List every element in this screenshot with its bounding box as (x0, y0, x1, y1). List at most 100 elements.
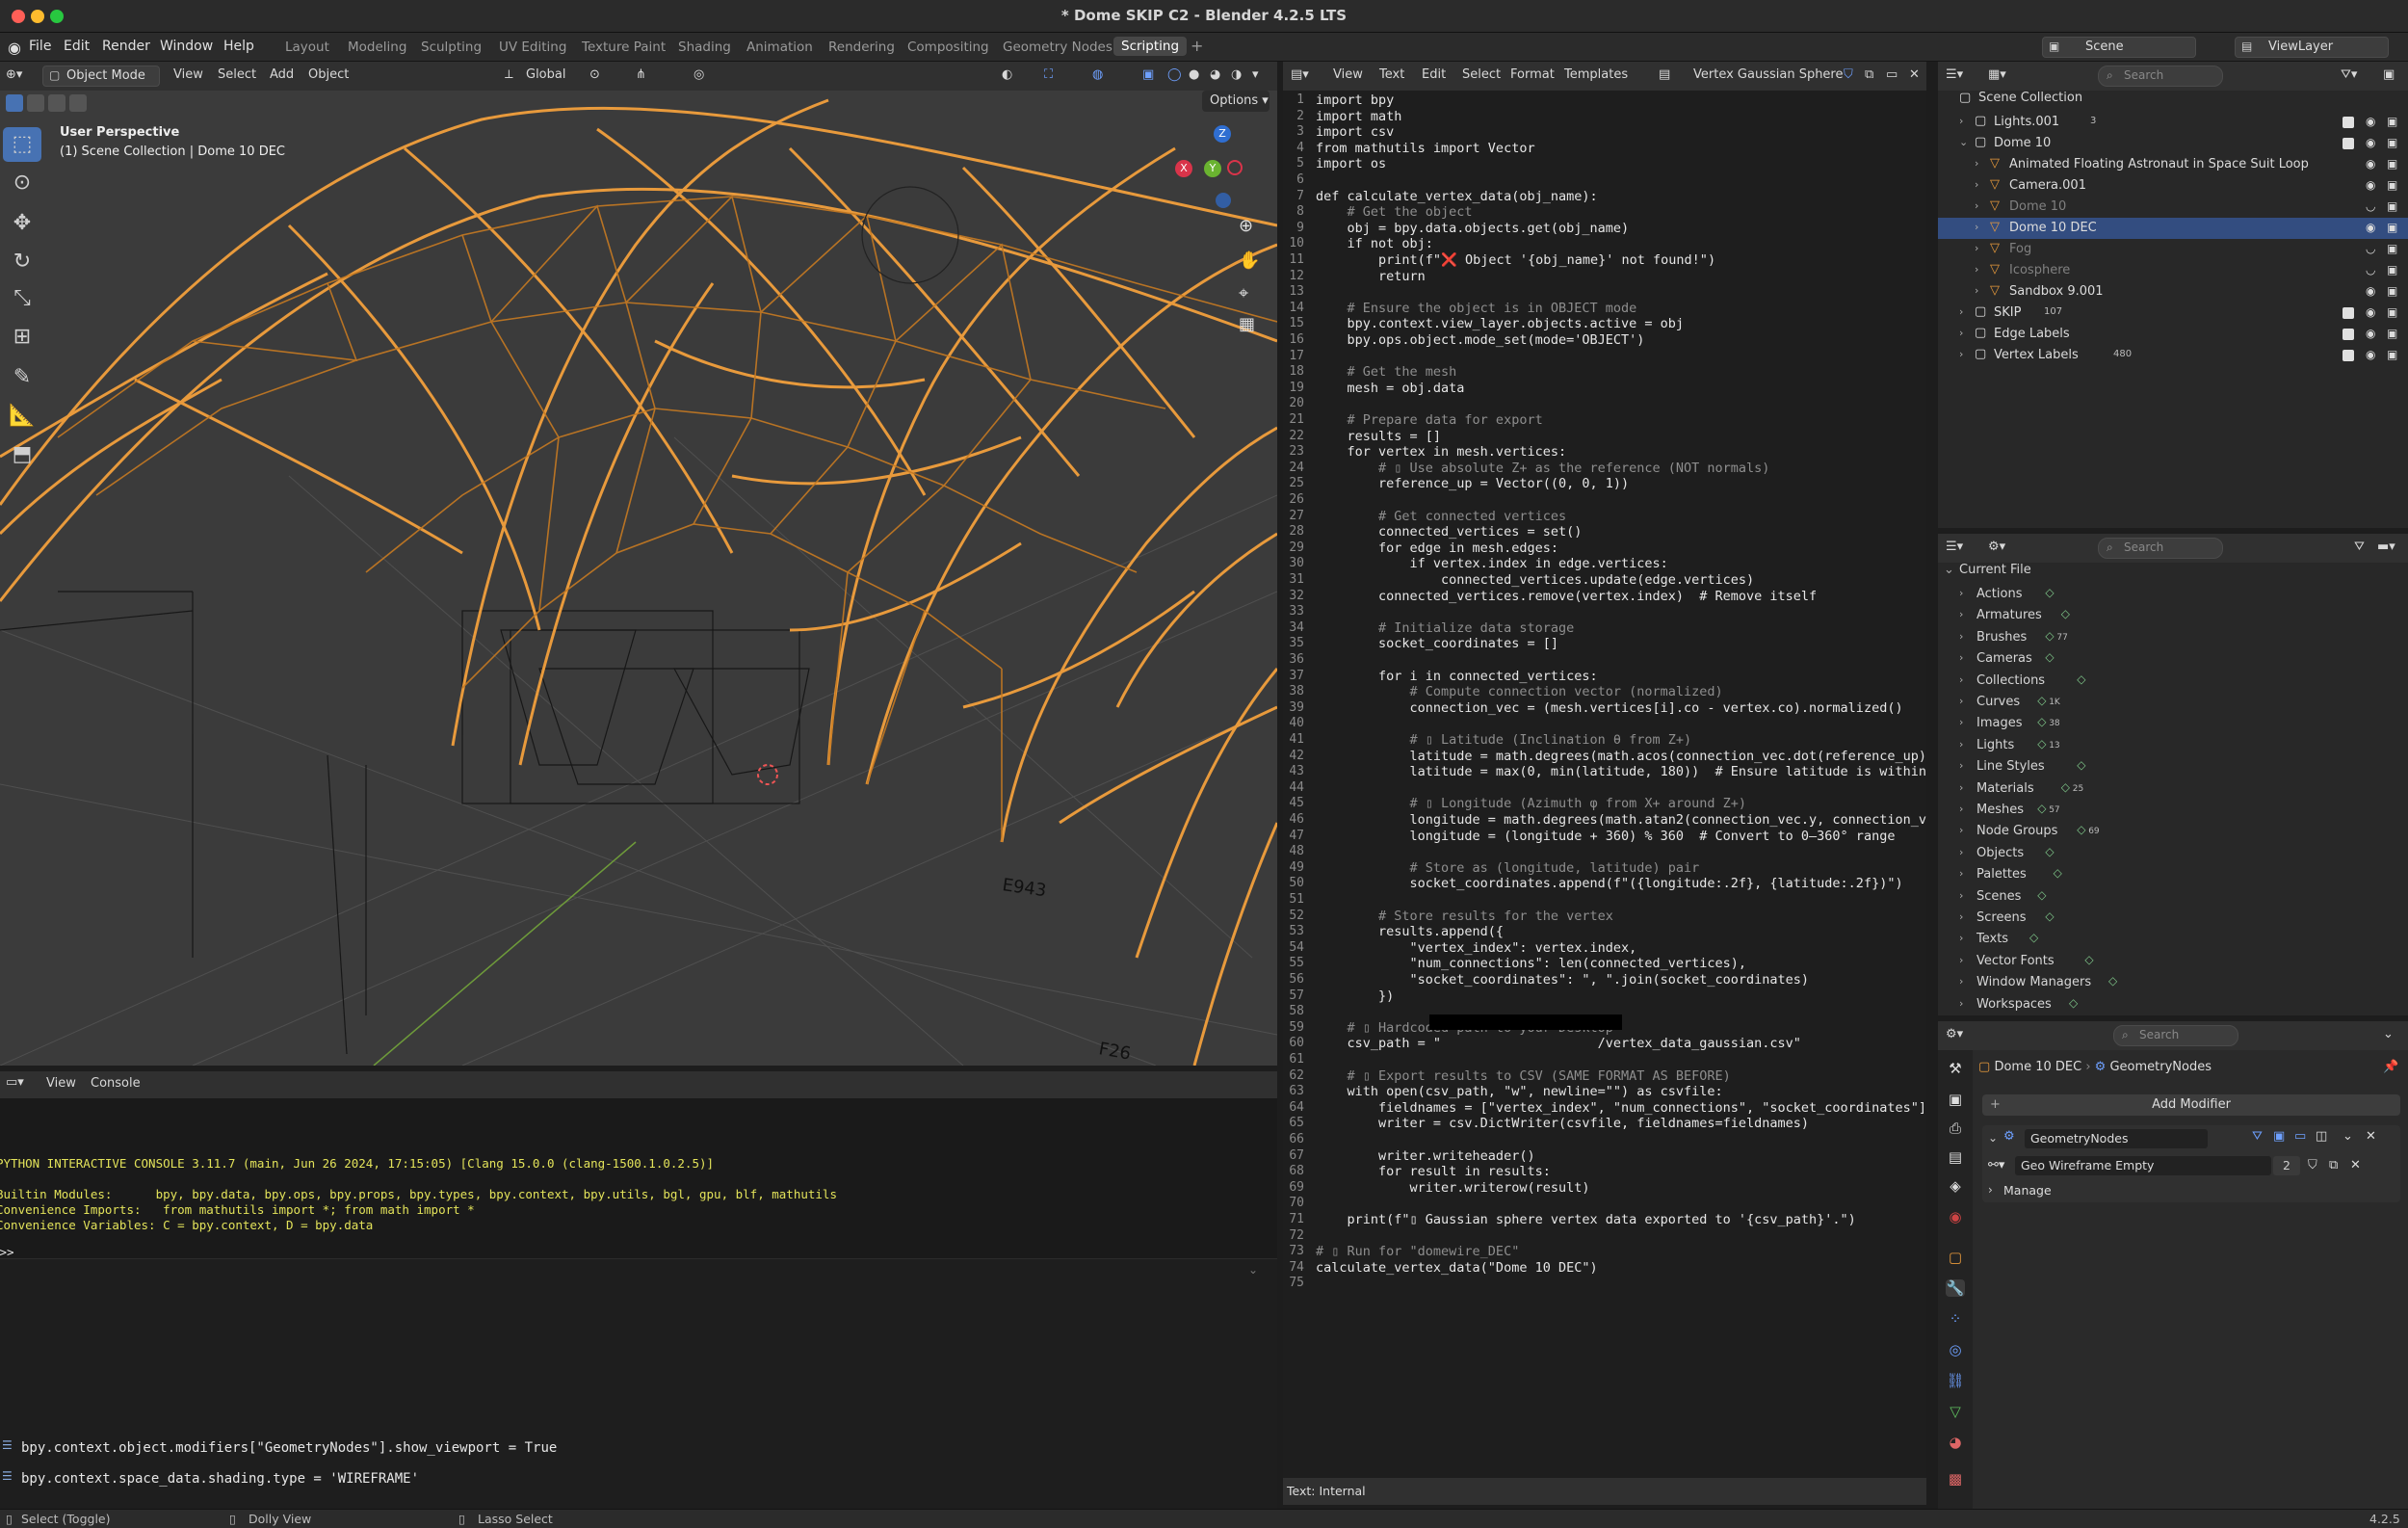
material-tab-icon[interactable]: ◕ (1946, 1434, 1965, 1451)
code-line[interactable]: # Compute connection vector (normalized) (1316, 684, 1723, 699)
code-line[interactable]: writer.writeheader() (1316, 1148, 1535, 1164)
viewport-menu-add[interactable]: Add (270, 67, 294, 82)
blend-file-browser[interactable]: ☰▾ ⚙▾ ⌕ Search ⛛ ▬▾ ⌄ Current File › Acti… (1938, 534, 2408, 1015)
expand-arrow-icon[interactable]: › (1975, 199, 1978, 212)
code-line[interactable]: for result in results: (1316, 1164, 1551, 1179)
outliner-item[interactable]: › ▢ Edge Labels ◉ ▣ (1938, 324, 2408, 345)
code-line[interactable]: }) (1316, 988, 1394, 1004)
code-line[interactable]: # Ensure the object is in OBJECT mode (1316, 301, 1637, 316)
outliner-item[interactable]: › ▽ Camera.001 ◉ ▣ (1938, 175, 2408, 197)
expand-arrow-icon[interactable]: › (1959, 867, 1963, 880)
render-camera-icon[interactable]: ▣ (2387, 284, 2397, 298)
xray-icon[interactable]: ▣ (1142, 67, 1154, 82)
visibility-eye-icon[interactable]: ◉ (2366, 178, 2375, 192)
datablock-category[interactable]: › Cameras ◇ (1938, 648, 2408, 670)
viewport-toggle-icon[interactable]: ▣ (2273, 1129, 2285, 1144)
expand-arrow-icon[interactable]: › (1959, 824, 1963, 836)
expand-arrow-icon[interactable]: › (1959, 954, 1963, 966)
outliner-item[interactable]: › ▽ Dome 10 DEC ◉ ▣ (1938, 218, 2408, 239)
view-layer-tab-icon[interactable]: ▤ (1946, 1148, 1965, 1166)
edit-mode-toggle-icon[interactable]: ⛛ (2252, 1129, 2263, 1144)
expand-arrow-icon[interactable]: › (1959, 630, 1963, 643)
outliner-root[interactable]: ▢ Scene Collection (1938, 91, 2408, 112)
code-line[interactable]: import csv (1316, 124, 1394, 140)
add-modifier-button[interactable]: + Add Modifier (1982, 1094, 2400, 1116)
select-subtract-icon[interactable] (48, 94, 65, 112)
render-camera-icon[interactable]: ▣ (2387, 157, 2397, 171)
particles-tab-icon[interactable]: ⁘ (1946, 1310, 1965, 1328)
rendered-shading-icon[interactable]: ◑ (1231, 67, 1242, 82)
code-line[interactable]: from mathutils import Vector (1316, 141, 1535, 156)
render-camera-icon[interactable]: ▣ (2387, 305, 2397, 319)
expand-arrow-icon[interactable]: › (1959, 997, 1963, 1010)
expand-arrow-icon[interactable]: › (1959, 910, 1963, 923)
manage-subpanel[interactable]: Manage (2003, 1183, 2052, 1198)
cursor-tool[interactable]: ⊙ (3, 166, 41, 200)
code-line[interactable]: import math (1316, 109, 1401, 124)
snap-icon[interactable]: ⋔ (636, 67, 646, 82)
datablock-category[interactable]: › Window Managers ◇ (1938, 972, 2408, 993)
code-line[interactable]: obj = bpy.data.objects.get(obj_name) (1316, 221, 1630, 236)
zoom-icon[interactable]: ⊕ (1239, 216, 1253, 236)
expand-arrow-icon[interactable]: ⌄ (1944, 563, 1954, 577)
render-camera-icon[interactable]: ▣ (2387, 178, 2397, 192)
editor-type-icon[interactable]: ⊕▾ (6, 67, 22, 82)
menu-edit[interactable]: Edit (64, 39, 90, 54)
constraints-tab-icon[interactable]: ⛓ (1946, 1372, 1965, 1389)
expand-arrow-icon[interactable]: › (1959, 889, 1963, 902)
axis-neg-z-icon[interactable] (1216, 193, 1231, 208)
code-line[interactable]: writer.writerow(result) (1316, 1180, 1590, 1196)
menu-help[interactable]: Help (223, 39, 254, 54)
code-line[interactable]: calculate_vertex_data("Dome 10 DEC") (1316, 1260, 1598, 1276)
outliner-item[interactable]: › ▽ Sandbox 9.001 ◉ ▣ (1938, 281, 2408, 303)
tool-tab-icon[interactable]: ⚒ (1946, 1060, 1965, 1077)
code-line[interactable]: bpy.ops.object.mode_set(mode='OBJECT') (1316, 332, 1645, 348)
render-camera-icon[interactable]: ▣ (2387, 221, 2397, 234)
code-line[interactable]: for edge in mesh.edges: (1316, 540, 1558, 556)
menu-file[interactable]: File (29, 39, 51, 54)
text-menu-format[interactable]: Format (1510, 67, 1555, 82)
visibility-eye-icon[interactable]: ◉ (2366, 157, 2375, 171)
datablock-category[interactable]: › Actions ◇ (1938, 584, 2408, 605)
output-tab-icon[interactable]: ⎙ (1946, 1120, 1965, 1137)
datablock-category[interactable]: › Line Styles ◇ (1938, 756, 2408, 777)
expand-arrow-icon[interactable]: › (1975, 178, 1978, 191)
console-prompt[interactable]: >>> (0, 1245, 21, 1259)
fake-user-icon[interactable]: ⛉ (1844, 67, 1853, 82)
code-line[interactable]: def calculate_vertex_data(obj_name): (1316, 189, 1598, 204)
datablock-category[interactable]: › Brushes ◇ 77 (1938, 627, 2408, 648)
datablock-category[interactable]: › Armatures ◇ (1938, 605, 2408, 626)
expand-arrow-icon[interactable]: › (1959, 738, 1963, 751)
users-count[interactable]: 2 (2273, 1156, 2300, 1175)
code-line[interactable]: # Get connected vertices (1316, 509, 1566, 524)
expand-arrow-icon[interactable]: › (1959, 846, 1963, 858)
wireframe-shading-icon[interactable]: ◯ (1167, 67, 1182, 82)
blender-logo-icon[interactable]: ◉ (8, 39, 21, 57)
data-tab-icon[interactable]: ▽ (1946, 1403, 1965, 1420)
text-editor[interactable]: 1 import bpy 2 import math 3 import csv 4 from … (1283, 91, 1926, 1478)
material-shading-icon[interactable]: ◕ (1210, 67, 1220, 82)
tab-shading[interactable]: Shading (678, 40, 731, 55)
code-line[interactable]: with open(csv_path, "w", newline="") as … (1316, 1084, 1723, 1099)
code-line[interactable]: if vertex.index in edge.vertices: (1316, 556, 1668, 571)
code-line[interactable]: longitude = math.degrees(math.atan2(conn… (1316, 812, 1926, 828)
tab-scripting[interactable]: Scripting (1113, 37, 1188, 56)
code-line[interactable]: connected_vertices = set() (1316, 524, 1582, 540)
camera-toggle-icon[interactable]: ◫ (2316, 1129, 2327, 1144)
code-line[interactable]: # Store results for the vertex (1316, 909, 1613, 924)
measure-tool[interactable]: 📐 (3, 399, 41, 434)
code-line[interactable]: connection_vec = (mesh.vertices[i].co - … (1316, 700, 1903, 716)
outliner[interactable]: ☰▾ ▦▾ ⌕ Search ⛛▾ ▣ ▢ Scene Collection ›… (1938, 62, 2408, 528)
datablock-category[interactable]: › Collections ◇ (1938, 671, 2408, 692)
code-line[interactable]: latitude = math.degrees(math.acos(connec… (1316, 749, 1926, 764)
outliner-item[interactable]: › ▢ Vertex Labels 480 ◉ ▣ (1938, 345, 2408, 366)
modifier-name-field[interactable]: GeometryNodes (2025, 1129, 2208, 1148)
navigation-gizmo[interactable]: Z X Y (1175, 125, 1262, 212)
tab-texture-paint[interactable]: Texture Paint (582, 40, 666, 55)
axis-z-icon[interactable]: Z (1214, 125, 1231, 143)
code-line[interactable]: "vertex_index": vertex.index, (1316, 940, 1637, 956)
annotate-tool[interactable]: ✎ (3, 360, 41, 395)
datablock-category[interactable]: › Lights ◇ 13 (1938, 735, 2408, 756)
expand-arrow-icon[interactable]: › (1959, 716, 1963, 728)
text-editor-type-icon[interactable]: ▤▾ (1291, 67, 1309, 82)
